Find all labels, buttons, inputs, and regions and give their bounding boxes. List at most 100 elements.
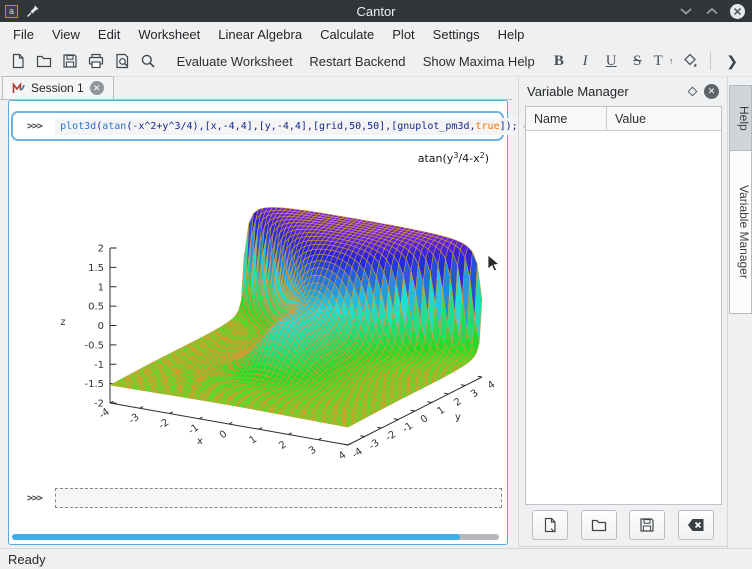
svg-text:2: 2	[452, 396, 464, 409]
tab-close-icon[interactable]: ✕	[90, 81, 104, 95]
menu-plot[interactable]: Plot	[383, 24, 423, 45]
bold-button[interactable]: B	[547, 48, 571, 74]
svg-text:1: 1	[248, 434, 260, 447]
text-color-button[interactable]	[678, 48, 702, 74]
clear-backspace-icon	[687, 518, 705, 532]
save-button[interactable]	[58, 48, 82, 74]
menu-calculate[interactable]: Calculate	[311, 24, 383, 45]
menu-edit[interactable]: Edit	[89, 24, 129, 45]
menu-settings[interactable]: Settings	[424, 24, 489, 45]
svg-text:4: 4	[486, 379, 498, 392]
svg-text:0: 0	[218, 429, 230, 442]
svg-text:-3: -3	[367, 438, 381, 453]
svg-text:1: 1	[98, 282, 104, 293]
side-tab-variable-manager[interactable]: Variable Manager	[729, 151, 752, 314]
maximize-button[interactable]	[704, 3, 720, 19]
tab-session-1[interactable]: Session 1 ✕	[2, 76, 114, 99]
svg-text:2: 2	[277, 439, 289, 452]
plot-output: -2-1.5-1-0.500.511.52-4-3-2-101234-4-3-2…	[9, 141, 507, 491]
menu-view[interactable]: View	[43, 24, 89, 45]
column-name[interactable]: Name	[526, 107, 607, 130]
mouse-cursor	[487, 254, 500, 273]
toolbar-overflow-button[interactable]: ❯	[718, 53, 746, 70]
close-button[interactable]	[730, 4, 745, 19]
pin-icon[interactable]	[26, 4, 40, 18]
prompt: >>>	[27, 121, 42, 132]
italic-button[interactable]: I	[573, 48, 597, 74]
new-document-icon	[10, 53, 26, 69]
svg-text:4: 4	[337, 450, 349, 463]
variables-table[interactable]: Name Value	[525, 106, 722, 505]
status-text: Ready	[8, 552, 46, 567]
new-document-icon	[542, 517, 558, 533]
float-panel-icon[interactable]	[688, 86, 698, 96]
svg-text:0: 0	[98, 321, 104, 332]
variable-manager-header: Variable Manager ✕	[519, 78, 727, 104]
menu-help[interactable]: Help	[489, 24, 534, 45]
new-worksheet-button[interactable]	[6, 48, 30, 74]
svg-text:0.5: 0.5	[88, 302, 104, 313]
search-icon	[140, 53, 156, 69]
svg-text:y: y	[455, 412, 461, 423]
svg-text:-1: -1	[94, 360, 104, 371]
superscript-button[interactable]: T↑	[651, 48, 675, 74]
clear-variables-button[interactable]	[678, 510, 714, 540]
svg-text:0: 0	[419, 413, 431, 426]
show-maxima-help-button[interactable]: Show Maxima Help	[420, 48, 533, 74]
svg-text:3: 3	[307, 444, 319, 457]
print-preview-button[interactable]	[110, 48, 134, 74]
plot-function-label: atan(y3/4-x2)	[418, 151, 489, 165]
print-button[interactable]	[84, 48, 108, 74]
open-button[interactable]	[32, 48, 56, 74]
dock-tab-strip: Help Variable Manager	[727, 77, 752, 548]
column-value[interactable]: Value	[607, 112, 654, 126]
svg-text:-4: -4	[350, 446, 364, 461]
session-progress-bar	[12, 534, 499, 540]
save-variables-button[interactable]	[629, 510, 665, 540]
minimize-button[interactable]	[678, 3, 694, 19]
folder-icon	[591, 517, 607, 533]
progress-fill	[12, 534, 460, 540]
toolbar-separator	[710, 52, 711, 70]
titlebar: a Cantor	[0, 0, 752, 22]
menu-linear-algebra[interactable]: Linear Algebra	[209, 24, 311, 45]
command-input-placeholder[interactable]	[55, 488, 502, 508]
command-code[interactable]: plot3d(atan(-x^2+y^3/4),[x,-4,4],[y,-4,4…	[55, 118, 523, 135]
svg-text:-0.5: -0.5	[84, 340, 104, 351]
save-icon	[62, 53, 78, 69]
svg-text:-2: -2	[157, 417, 171, 432]
worksheet-view[interactable]: >>> plot3d(atan(-x^2+y^3/4),[x,-4,4],[y,…	[8, 100, 508, 545]
toolbar: Evaluate Worksheet Restart Backend Show …	[0, 46, 752, 77]
svg-text:-1: -1	[187, 422, 201, 437]
side-tab-help[interactable]: Help	[729, 85, 752, 151]
svg-text:1.5: 1.5	[88, 263, 104, 274]
document-preview-icon	[114, 53, 130, 69]
restart-backend-button[interactable]: Restart Backend	[304, 48, 405, 74]
statusbar: Ready	[0, 548, 752, 569]
empty-command-entry[interactable]: >>>	[11, 486, 504, 510]
fill-color-icon	[682, 53, 698, 69]
new-variable-button[interactable]	[532, 510, 568, 540]
panel-title: Variable Manager	[527, 84, 681, 99]
find-button[interactable]	[136, 48, 160, 74]
table-header: Name Value	[526, 107, 721, 131]
command-entry[interactable]: >>> plot3d(atan(-x^2+y^3/4),[x,-4,4],[y,…	[11, 111, 504, 141]
svg-text:1: 1	[436, 405, 448, 418]
window-title: Cantor	[0, 4, 752, 19]
main-area: Session 1 ✕ >>> plot3d(atan(-x^2+y^3/4),…	[0, 77, 752, 548]
strikethrough-button[interactable]: S	[625, 48, 649, 74]
svg-text:-3: -3	[127, 412, 141, 427]
worksheet-tabbar: Session 1 ✕	[0, 77, 512, 100]
evaluate-worksheet-button[interactable]: Evaluate Worksheet	[174, 48, 290, 74]
close-panel-icon[interactable]: ✕	[704, 84, 719, 99]
svg-text:-2: -2	[384, 429, 398, 444]
maxima-backend-icon	[12, 82, 25, 95]
folder-icon	[36, 53, 52, 69]
menu-worksheet[interactable]: Worksheet	[129, 24, 209, 45]
underline-button[interactable]: U	[599, 48, 623, 74]
menu-file[interactable]: File	[4, 24, 43, 45]
load-variables-button[interactable]	[581, 510, 617, 540]
svg-text:-1: -1	[401, 421, 415, 436]
svg-text:3: 3	[469, 388, 481, 401]
plot3d-chart: -2-1.5-1-0.500.511.52-4-3-2-101234-4-3-2…	[9, 141, 507, 491]
